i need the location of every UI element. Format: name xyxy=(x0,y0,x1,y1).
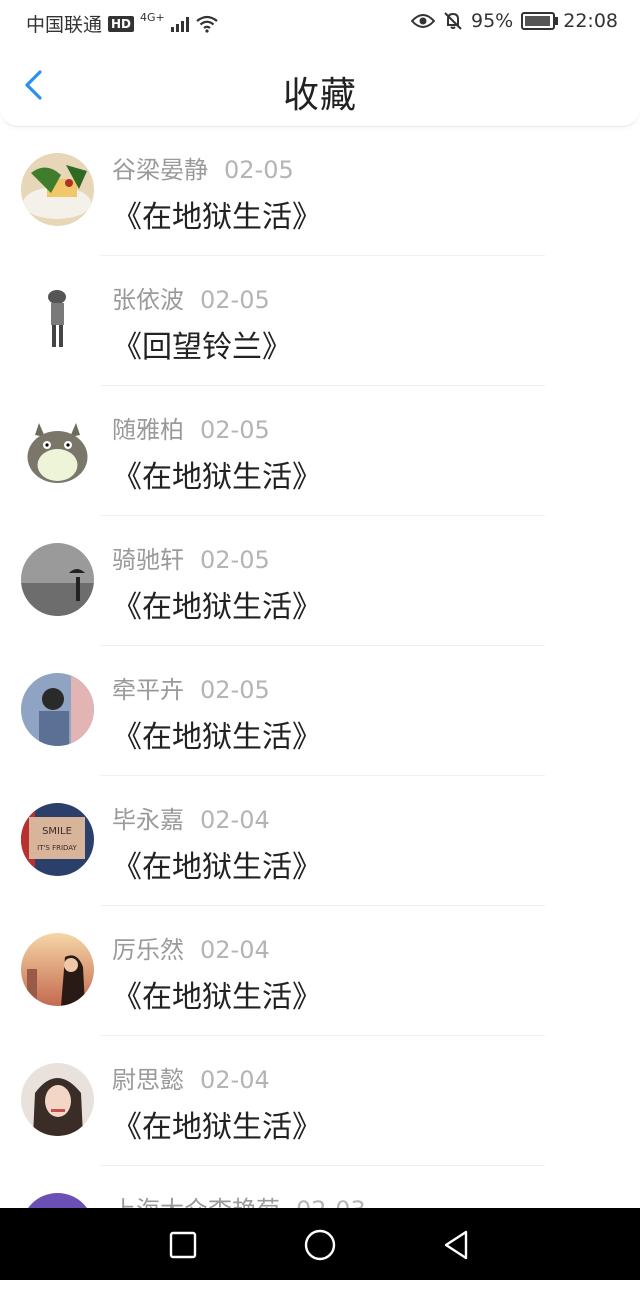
user-name: 骑驰轩 xyxy=(112,546,184,574)
user-name: 厉乐然 xyxy=(112,936,184,964)
item-date: 02-05 xyxy=(200,286,270,314)
carrier-label: 中国联通 xyxy=(26,14,103,36)
network-type-label: 4G+ xyxy=(140,11,165,24)
book-title: 《在地狱生活》 xyxy=(112,590,322,625)
sign-text: SMILE xyxy=(42,826,72,837)
book-title: 《在地狱生活》 xyxy=(112,460,322,495)
page-title: 收藏 xyxy=(282,75,357,116)
item-date: 02-05 xyxy=(200,416,270,444)
eye-icon xyxy=(411,14,435,28)
avatar xyxy=(21,1063,94,1136)
hd-icon: HD xyxy=(108,15,135,32)
list-item[interactable]: 牵平卉 02-05 《在地狱生活》 xyxy=(0,646,640,776)
item-date: 02-05 xyxy=(200,676,270,704)
item-meta: 张依波 02-05 xyxy=(112,280,270,315)
book-title: 《在地狱生活》 xyxy=(112,980,322,1015)
item-meta: 厉乐然 02-04 xyxy=(112,930,270,965)
item-meta: 毕永嘉 02-04 xyxy=(112,800,270,835)
book-title: 《在地狱生活》 xyxy=(112,720,322,755)
list-item[interactable]: 张依波 02-05 《回望铃兰》 xyxy=(0,256,640,386)
battery-icon xyxy=(521,12,559,30)
user-name: 随雅柏 xyxy=(112,416,184,444)
avatar xyxy=(21,933,94,1006)
clock: 22:08 xyxy=(563,10,618,32)
avatar xyxy=(21,673,94,746)
battery-percent: 95% xyxy=(471,10,514,32)
favorites-list: 谷梁晏静 02-05 《在地狱生活》 张依波 02-05 《回望铃兰》 随雅柏 … xyxy=(0,126,640,1296)
user-name: 张依波 xyxy=(112,286,184,314)
item-meta: 谷梁晏静 02-05 xyxy=(112,150,294,185)
nav-header: 收藏 xyxy=(0,44,640,127)
item-date: 02-05 xyxy=(224,156,294,184)
item-meta: 牵平卉 02-05 xyxy=(112,670,270,705)
user-name: 毕永嘉 xyxy=(112,806,184,834)
recent-apps-square-icon[interactable] xyxy=(166,1228,200,1262)
avatar xyxy=(21,413,94,486)
list-item[interactable]: 尉思懿 02-04 《在地狱生活》 xyxy=(0,1036,640,1166)
user-name: 牵平卉 xyxy=(112,676,184,704)
signal-icon xyxy=(170,16,189,32)
system-nav-bar xyxy=(0,1208,640,1280)
list-item[interactable]: 骑驰轩 02-05 《在地狱生活》 xyxy=(0,516,640,646)
book-title: 《在地狱生活》 xyxy=(112,200,322,235)
user-name: 尉思懿 xyxy=(112,1066,184,1094)
list-item[interactable]: SMILE IT'S FRIDAY 毕永嘉 02-04 《在地狱生活》 xyxy=(0,776,640,906)
item-date: 02-04 xyxy=(200,1066,270,1094)
avatar xyxy=(21,543,94,616)
avatar xyxy=(21,153,94,226)
book-title: 《回望铃兰》 xyxy=(112,330,292,365)
sign-text: IT'S FRIDAY xyxy=(37,844,77,852)
user-name: 谷梁晏静 xyxy=(112,156,208,184)
home-circle-icon[interactable] xyxy=(303,1228,337,1262)
mute-bell-icon xyxy=(444,12,462,30)
status-bar: 中国联通 HD 4G+ 95% 22:08 xyxy=(0,0,640,44)
item-date: 02-05 xyxy=(200,546,270,574)
book-title: 《在地狱生活》 xyxy=(112,850,322,885)
avatar: SMILE IT'S FRIDAY xyxy=(21,803,94,876)
item-date: 02-04 xyxy=(200,806,270,834)
back-triangle-icon[interactable] xyxy=(440,1228,474,1262)
list-item[interactable]: 厉乐然 02-04 《在地狱生活》 xyxy=(0,906,640,1036)
book-title: 《在地狱生活》 xyxy=(112,1110,322,1145)
item-meta: 随雅柏 02-05 xyxy=(112,410,270,445)
item-date: 02-04 xyxy=(200,936,270,964)
avatar xyxy=(21,283,94,356)
item-meta: 骑驰轩 02-05 xyxy=(112,540,270,575)
wifi-icon xyxy=(196,15,218,33)
item-meta: 尉思懿 02-04 xyxy=(112,1060,270,1095)
list-item[interactable]: 随雅柏 02-05 《在地狱生活》 xyxy=(0,386,640,516)
list-item[interactable]: 谷梁晏静 02-05 《在地狱生活》 xyxy=(0,126,640,256)
